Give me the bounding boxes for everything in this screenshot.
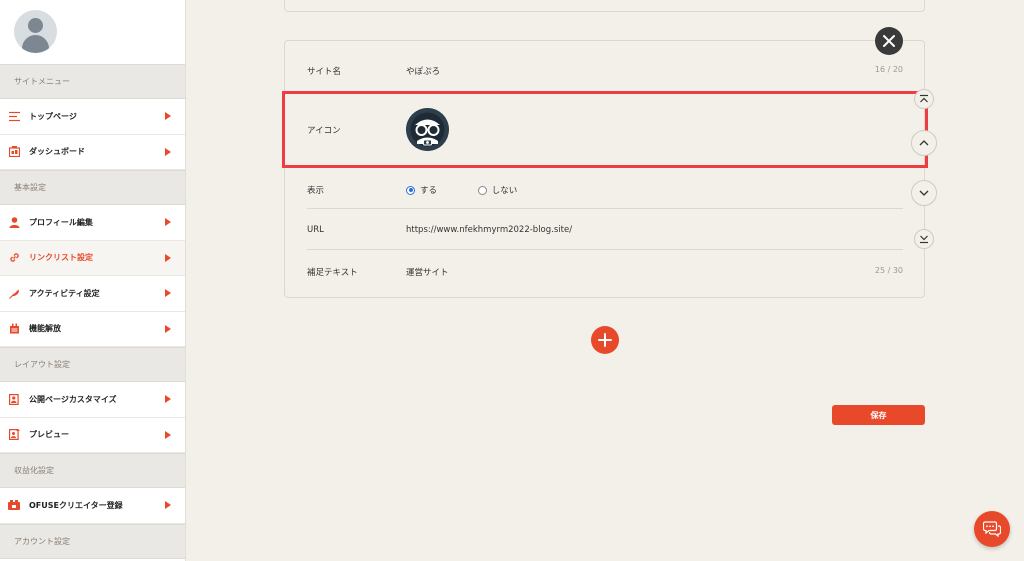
site-name-input[interactable]: やぽぷろ [406,65,440,77]
chevron-up-icon [919,140,929,146]
unlock-icon [8,323,20,335]
double-chevron-down-icon [920,235,928,244]
chevron-down-icon [919,190,929,196]
url-input[interactable]: https://www.nfekhmyrm2022-blog.site/ [406,225,572,235]
display-label: 表示 [307,186,325,196]
link-icon [8,252,20,264]
chevron-right-icon [165,147,171,156]
dashboard-icon [8,146,20,158]
radio-selected-icon [406,185,415,195]
avatar[interactable] [14,10,57,53]
radio-label: する [420,186,438,196]
supplement-input[interactable]: 運営サイト [406,266,449,278]
radio-label: しない [491,186,518,196]
sidebar-item-label: 公開ページカスタマイズ [29,394,117,404]
move-down-button[interactable] [911,180,937,206]
sidebar-item-link-list[interactable]: リンクリスト設定 [0,240,185,276]
divider [307,249,903,250]
divider [307,208,903,209]
supplement-counter: 25 / 30 [874,266,903,275]
customize-icon [8,393,20,405]
chat-support-button[interactable] [974,511,1010,547]
site-name-counter: 16 / 20 [874,65,903,74]
sidebar-item-label: OFUSEクリエイター登録 [29,500,123,510]
radio-unselected-icon [477,185,487,195]
chat-icon [983,521,1001,537]
chevron-right-icon [165,430,171,439]
delete-link-button[interactable] [875,27,903,55]
sidebar-item-label: プレビュー [29,430,69,440]
move-up-button[interactable] [911,130,937,156]
display-radio-hide[interactable]: しない [477,184,518,196]
section-header-site-menu: サイトメニュー [0,64,185,99]
sidebar-item-label: リンクリスト設定 [29,253,93,263]
list-icon [8,110,20,122]
add-link-button[interactable] [591,326,619,354]
chevron-right-icon [165,218,171,226]
save-button[interactable]: 保存 [832,405,925,425]
sidebar-item-label: アクティビティ設定 [29,288,100,298]
sidebar-item-label: 機能解放 [29,324,61,334]
sidebar-item-ofuse-creator[interactable]: OFUSEクリエイター登録 [0,488,185,524]
ofuse-icon [8,499,20,511]
chevron-right-icon [165,253,171,262]
user-icon [8,216,20,228]
highlight-box [282,91,928,168]
sidebar-item-preview[interactable]: プレビュー [0,417,185,453]
previous-link-card [284,0,925,12]
section-header-account: アカウント設定 [0,523,185,559]
chevron-right-icon [165,324,171,333]
feather-icon [8,287,20,299]
double-chevron-up-icon [920,94,928,103]
sidebar-item-label: トップページ [29,111,77,121]
chevron-right-icon [165,112,171,120]
close-icon [883,35,895,47]
profile-area [0,0,185,64]
sidebar-item-feature-unlock[interactable]: 機能解放 [0,311,185,347]
sidebar-item-top-page[interactable]: トップページ [0,99,185,135]
display-radio-show[interactable]: する [406,184,437,196]
sidebar: サイトメニュー トップページ ダッシュボード 基本設定 プロフィール編集 リンク… [0,0,186,561]
section-header-basic: 基本設定 [0,170,185,205]
sidebar-item-activity[interactable]: アクティビティ設定 [0,276,185,312]
sidebar-item-label: プロフィール編集 [29,217,93,227]
chevron-right-icon [165,289,171,297]
chevron-right-icon [165,395,171,403]
display-radio-group: する しない [406,184,555,198]
sidebar-item-label: ダッシュボード [29,147,85,157]
chevron-right-icon [165,501,171,509]
link-card: サイト名 やぽぷろ 16 / 20 アイコン 表示 する しない URL htt… [284,40,925,298]
url-label: URL [307,225,324,235]
move-to-bottom-button[interactable] [914,229,934,249]
section-header-layout: レイアウト設定 [0,347,185,382]
sidebar-item-public-page-customize[interactable]: 公開ページカスタマイズ [0,382,185,418]
plus-icon [598,333,612,347]
supplement-label: 補足テキスト [307,268,358,278]
sidebar-item-profile-edit[interactable]: プロフィール編集 [0,205,185,241]
section-header-monetize: 収益化設定 [0,453,185,488]
sidebar-item-dashboard[interactable]: ダッシュボード [0,134,185,170]
site-name-label: サイト名 [307,67,342,77]
preview-icon [8,429,20,441]
move-to-top-button[interactable] [914,89,934,109]
